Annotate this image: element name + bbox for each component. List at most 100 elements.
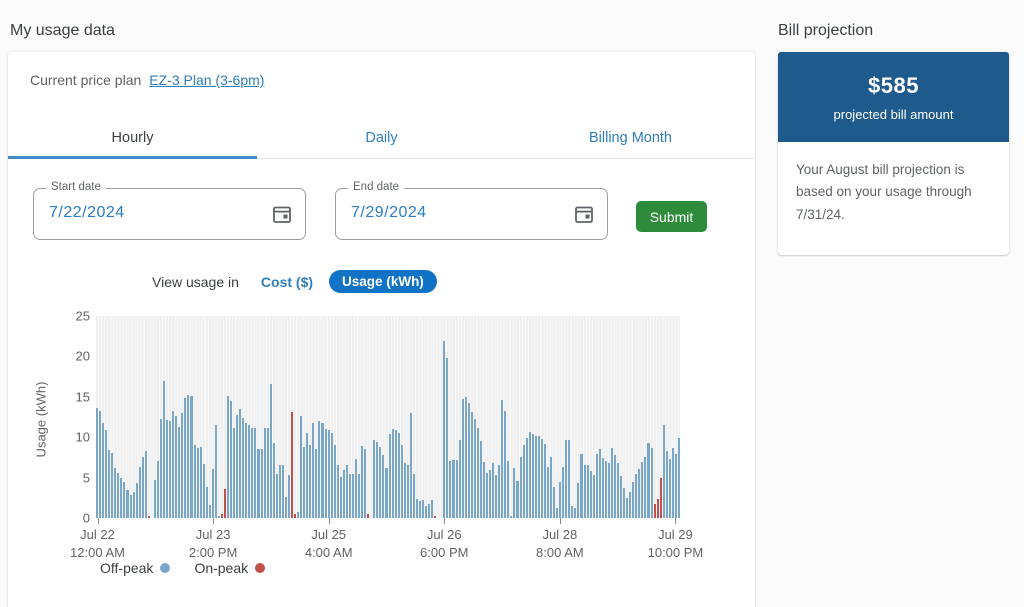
off-peak-usage-bar[interactable] bbox=[197, 448, 199, 518]
off-peak-usage-bar[interactable] bbox=[105, 430, 107, 518]
off-peak-usage-bar[interactable] bbox=[175, 416, 177, 518]
off-peak-usage-bar[interactable] bbox=[459, 440, 461, 518]
off-peak-usage-bar[interactable] bbox=[154, 480, 156, 518]
off-peak-usage-bar[interactable] bbox=[239, 409, 241, 518]
off-peak-usage-bar[interactable] bbox=[340, 477, 342, 518]
off-peak-usage-bar[interactable] bbox=[343, 470, 345, 518]
off-peak-usage-bar[interactable] bbox=[108, 450, 110, 518]
off-peak-usage-bar[interactable] bbox=[187, 395, 189, 518]
off-peak-usage-bar[interactable] bbox=[678, 438, 680, 518]
off-peak-usage-bar[interactable] bbox=[504, 411, 506, 518]
off-peak-usage-bar[interactable] bbox=[261, 449, 263, 518]
off-peak-usage-bar[interactable] bbox=[577, 483, 579, 518]
off-peak-usage-bar[interactable] bbox=[392, 429, 394, 518]
off-peak-usage-bar[interactable] bbox=[666, 451, 668, 518]
off-peak-usage-bar[interactable] bbox=[264, 428, 266, 518]
off-peak-usage-bar[interactable] bbox=[285, 497, 287, 518]
off-peak-usage-bar[interactable] bbox=[178, 427, 180, 518]
off-peak-usage-bar[interactable] bbox=[190, 396, 192, 518]
off-peak-usage-bar[interactable] bbox=[401, 445, 403, 518]
off-peak-usage-bar[interactable] bbox=[212, 469, 214, 518]
off-peak-usage-bar[interactable] bbox=[203, 464, 205, 518]
off-peak-usage-bar[interactable] bbox=[492, 463, 494, 518]
tab-hourly[interactable]: Hourly bbox=[8, 122, 257, 158]
off-peak-usage-bar[interactable] bbox=[669, 459, 671, 518]
off-peak-usage-bar[interactable] bbox=[605, 461, 607, 518]
off-peak-usage-bar[interactable] bbox=[562, 467, 564, 518]
off-peak-usage-bar[interactable] bbox=[526, 438, 528, 518]
off-peak-usage-bar[interactable] bbox=[507, 461, 509, 518]
off-peak-usage-bar[interactable] bbox=[194, 445, 196, 518]
off-peak-usage-bar[interactable] bbox=[611, 448, 613, 518]
off-peak-usage-bar[interactable] bbox=[337, 465, 339, 518]
off-peak-usage-bar[interactable] bbox=[523, 445, 525, 518]
off-peak-usage-bar[interactable] bbox=[449, 461, 451, 518]
off-peak-usage-bar[interactable] bbox=[544, 444, 546, 518]
start-date-value[interactable]: 7/22/2024 bbox=[49, 204, 125, 222]
off-peak-usage-bar[interactable] bbox=[230, 401, 232, 518]
off-peak-usage-bar[interactable] bbox=[663, 425, 665, 518]
off-peak-usage-bar[interactable] bbox=[626, 498, 628, 518]
off-peak-usage-bar[interactable] bbox=[355, 459, 357, 518]
off-peak-usage-bar[interactable] bbox=[520, 457, 522, 518]
price-plan-link[interactable]: EZ-3 Plan (3-6pm) bbox=[149, 72, 264, 88]
tab-daily[interactable]: Daily bbox=[257, 122, 506, 158]
off-peak-usage-bar[interactable] bbox=[276, 474, 278, 518]
off-peak-usage-bar[interactable] bbox=[641, 462, 643, 518]
off-peak-usage-bar[interactable] bbox=[474, 419, 476, 518]
off-peak-usage-bar[interactable] bbox=[501, 400, 503, 518]
off-peak-usage-bar[interactable] bbox=[288, 475, 290, 518]
off-peak-usage-bar[interactable] bbox=[206, 487, 208, 518]
off-peak-usage-bar[interactable] bbox=[529, 432, 531, 518]
off-peak-usage-bar[interactable] bbox=[120, 478, 122, 518]
off-peak-usage-bar[interactable] bbox=[248, 425, 250, 518]
off-peak-usage-bar[interactable] bbox=[532, 434, 534, 518]
off-peak-usage-bar[interactable] bbox=[136, 483, 138, 518]
submit-button[interactable]: Submit bbox=[636, 201, 707, 232]
off-peak-usage-bar[interactable] bbox=[489, 470, 491, 518]
off-peak-usage-bar[interactable] bbox=[422, 500, 424, 518]
off-peak-usage-bar[interactable] bbox=[480, 441, 482, 518]
on-peak-usage-bar[interactable] bbox=[654, 504, 656, 518]
off-peak-usage-bar[interactable] bbox=[672, 448, 674, 518]
off-peak-usage-bar[interactable] bbox=[318, 421, 320, 518]
off-peak-usage-bar[interactable] bbox=[516, 481, 518, 518]
off-peak-usage-bar[interactable] bbox=[620, 476, 622, 518]
off-peak-usage-bar[interactable] bbox=[428, 504, 430, 518]
off-peak-usage-bar[interactable] bbox=[111, 453, 113, 518]
off-peak-usage-bar[interactable] bbox=[571, 506, 573, 518]
calendar-icon[interactable] bbox=[271, 203, 293, 225]
off-peak-usage-bar[interactable] bbox=[596, 454, 598, 518]
off-peak-usage-bar[interactable] bbox=[547, 467, 549, 518]
off-peak-usage-bar[interactable] bbox=[309, 445, 311, 518]
off-peak-usage-bar[interactable] bbox=[227, 396, 229, 518]
off-peak-usage-bar[interactable] bbox=[303, 447, 305, 518]
off-peak-usage-bar[interactable] bbox=[300, 416, 302, 518]
off-peak-usage-bar[interactable] bbox=[99, 411, 101, 518]
off-peak-usage-bar[interactable] bbox=[172, 411, 174, 518]
off-peak-usage-bar[interactable] bbox=[599, 449, 601, 518]
off-peak-usage-bar[interactable] bbox=[486, 473, 488, 518]
off-peak-usage-bar[interactable] bbox=[559, 482, 561, 518]
off-peak-usage-bar[interactable] bbox=[273, 443, 275, 518]
off-peak-usage-bar[interactable] bbox=[483, 462, 485, 518]
off-peak-usage-bar[interactable] bbox=[200, 447, 202, 518]
off-peak-usage-bar[interactable] bbox=[443, 341, 445, 518]
off-peak-usage-bar[interactable] bbox=[331, 433, 333, 518]
end-date-value[interactable]: 7/29/2024 bbox=[351, 204, 427, 222]
off-peak-usage-bar[interactable] bbox=[465, 397, 467, 518]
off-peak-usage-bar[interactable] bbox=[556, 508, 558, 518]
off-peak-usage-bar[interactable] bbox=[395, 430, 397, 518]
tab-billing-month[interactable]: Billing Month bbox=[506, 122, 755, 158]
end-date-field[interactable]: End date 7/29/2024 bbox=[335, 188, 608, 240]
off-peak-usage-bar[interactable] bbox=[215, 425, 217, 518]
off-peak-usage-bar[interactable] bbox=[468, 403, 470, 518]
off-peak-usage-bar[interactable] bbox=[209, 505, 211, 518]
off-peak-usage-bar[interactable] bbox=[349, 474, 351, 518]
off-peak-usage-bar[interactable] bbox=[123, 482, 125, 518]
off-peak-usage-bar[interactable] bbox=[242, 418, 244, 518]
off-peak-usage-bar[interactable] bbox=[675, 454, 677, 518]
off-peak-usage-bar[interactable] bbox=[139, 467, 141, 518]
off-peak-usage-bar[interactable] bbox=[181, 413, 183, 518]
usage-kwh-toggle-option[interactable]: Usage (kWh) bbox=[329, 270, 437, 293]
